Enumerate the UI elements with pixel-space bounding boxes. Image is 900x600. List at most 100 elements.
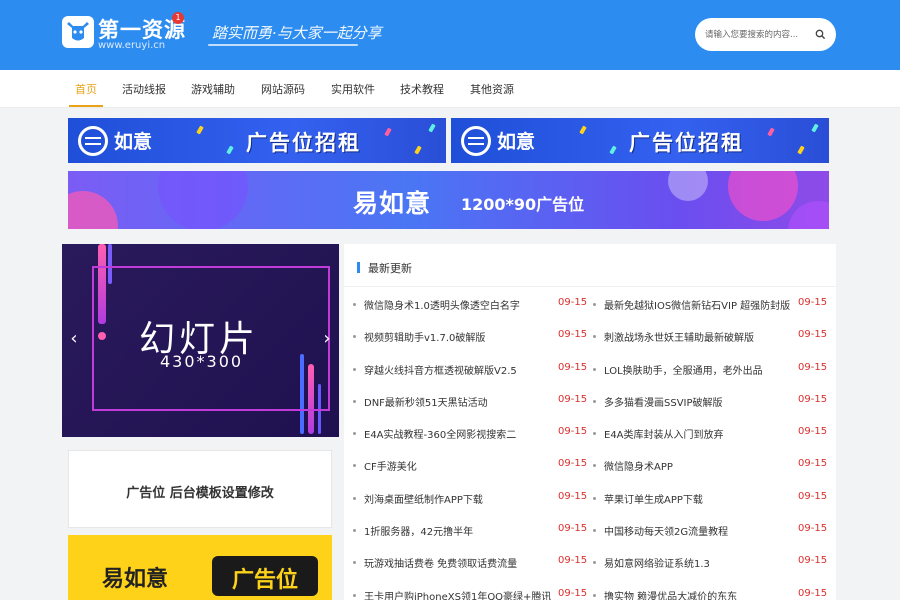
list-item-date: 09-15: [558, 458, 588, 470]
nav-item-home[interactable]: 首页: [75, 81, 97, 97]
ad-text-label: 广告位 后台模板设置修改: [126, 486, 274, 501]
bullet-icon: [353, 303, 356, 306]
nav-item-source-code[interactable]: 网站源码: [261, 81, 305, 97]
confetti-icon: [428, 123, 436, 133]
nav-item-other[interactable]: 其他资源: [470, 81, 514, 97]
list-item-date: 09-15: [558, 555, 588, 567]
list-item[interactable]: 微信隐身术APP 09-15: [593, 458, 829, 490]
list-item[interactable]: CF手游美化 09-15: [353, 458, 589, 490]
list-item-title[interactable]: E4A类库封装从入门到放弃: [604, 426, 794, 441]
bullet-icon: [353, 464, 356, 468]
bullet-icon: [353, 367, 356, 371]
decor-blob: [788, 201, 829, 229]
list-item[interactable]: 多多猫看漫画SSVIP破解版 09-15: [593, 394, 829, 426]
confetti-icon: [767, 127, 775, 137]
decor-blob: [668, 171, 708, 201]
list-item-date: 09-15: [798, 329, 828, 341]
list-item[interactable]: 撸实物 赖漫优品大减价的东东 09-15: [593, 588, 829, 600]
image-slider[interactable]: 幻灯片 430*300 ‹ ›: [62, 244, 339, 437]
bullet-icon: [353, 561, 356, 565]
list-item[interactable]: 微信隐身术1.0透明头像透空白名字 09-15: [353, 297, 589, 329]
list-item-date: 09-15: [798, 458, 828, 470]
bullet-icon: [593, 335, 596, 339]
list-item-date: 09-15: [558, 523, 588, 535]
list-item[interactable]: E4A类库封装从入门到放弃 09-15: [593, 426, 829, 458]
list-item[interactable]: 1折服务器，42元撸半年 09-15: [353, 523, 589, 555]
list-item-title[interactable]: 多多猫看漫画SSVIP破解版: [604, 394, 794, 409]
list-item-title[interactable]: 刘海桌面壁纸制作APP下载: [364, 491, 554, 506]
list-item-date: 09-15: [798, 297, 828, 308]
confetti-icon: [196, 125, 204, 135]
bullet-icon: [593, 561, 596, 565]
list-item[interactable]: 最新免越狱IOS微信新钻石VIP 超强防封版 09-15: [593, 297, 829, 329]
list-item-title[interactable]: 中国移动每天领2G流量教程: [604, 523, 794, 538]
list-item-title[interactable]: CF手游美化: [364, 458, 554, 473]
ruyi-logo-icon: [461, 126, 491, 156]
list-item[interactable]: 刘海桌面壁纸制作APP下载 09-15: [353, 491, 589, 523]
ad-wide-brand: 易如意: [353, 189, 432, 218]
confetti-icon: [797, 145, 805, 155]
list-item-date: 09-15: [798, 361, 828, 373]
latest-updates-panel: 最新更新 微信隐身术1.0透明头像透空白名字 09-15 视频剪辑助手v1.7.0…: [344, 244, 836, 600]
logo-domain: www.eruyi.cn: [98, 40, 166, 51]
list-item-title[interactable]: 撸实物 赖漫优品大减价的东东: [604, 588, 794, 600]
ad-banner-right[interactable]: 如意 广告位招租: [451, 118, 829, 163]
list-item[interactable]: LOL换肤助手，全服通用，老外出品 09-15: [593, 362, 829, 394]
list-item[interactable]: E4A实战教程-360全网影视搜索二 09-15: [353, 426, 589, 458]
confetti-icon: [414, 145, 422, 155]
latest-list-left: 微信隐身术1.0透明头像透空白名字 09-15 视频剪辑助手v1.7.0破解版 09…: [353, 297, 589, 600]
ad-text-box[interactable]: 广告位 后台模板设置修改: [68, 450, 332, 528]
list-item-title[interactable]: 视频剪辑助手v1.7.0破解版: [364, 329, 554, 344]
list-item-title[interactable]: 最新免越狱IOS微信新钻石VIP 超强防封版: [604, 297, 794, 312]
ad-banner-wide[interactable]: 易如意 1200*90广告位: [68, 171, 829, 229]
list-item[interactable]: 王卡用户购iPhoneXS领1年QQ豪绿+腾讯 09-15: [353, 588, 589, 600]
list-item-title[interactable]: 苹果订单生成APP下载: [604, 491, 794, 506]
list-item-title[interactable]: 刺激战场永世妖王辅助最新破解版: [604, 329, 794, 344]
nav-item-software[interactable]: 实用软件: [331, 81, 375, 97]
list-item-date: 09-15: [798, 393, 828, 405]
list-item-date: 09-15: [798, 587, 828, 599]
list-item[interactable]: 刺激战场永世妖王辅助最新破解版 09-15: [593, 329, 829, 361]
nav-item-activities[interactable]: 活动线报: [122, 81, 166, 97]
list-item-date: 09-15: [798, 490, 828, 502]
nav-item-game-tools[interactable]: 游戏辅助: [191, 81, 235, 97]
chevron-right-icon[interactable]: ›: [320, 328, 334, 350]
list-item-title[interactable]: 玩游戏抽话费卷 免费领取话费流量: [364, 555, 554, 570]
list-item[interactable]: 穿越火线抖音方框透视破解版V2.5 09-15: [353, 362, 589, 394]
list-item-title[interactable]: 1折服务器，42元撸半年: [364, 523, 554, 538]
main-nav: 首页 活动线报 游戏辅助 网站源码 实用软件 技术教程 其他资源: [0, 70, 900, 108]
list-item-title[interactable]: E4A实战教程-360全网影视搜索二: [364, 426, 554, 441]
divider: [344, 286, 836, 287]
bullet-icon: [353, 529, 356, 533]
list-item-title[interactable]: 王卡用户购iPhoneXS领1年QQ豪绿+腾讯: [364, 588, 554, 600]
ad-brand: 如意: [114, 131, 153, 153]
confetti-icon: [384, 127, 392, 137]
list-item-title[interactable]: DNF最新秒领51天黑钻活动: [364, 394, 554, 409]
decor-blob: [158, 171, 248, 229]
list-item-date: 09-15: [798, 523, 828, 535]
list-item-title[interactable]: 微信隐身术APP: [604, 458, 794, 473]
ad-yellow-tag: 广告位: [212, 556, 318, 596]
nav-item-tutorials[interactable]: 技术教程: [400, 81, 444, 97]
list-item-date: 09-15: [558, 329, 588, 341]
ad-banner-yellow[interactable]: 易如意 广告位: [68, 535, 332, 600]
list-item[interactable]: 中国移动每天领2G流量教程 09-15: [593, 523, 829, 555]
list-item-date: 09-15: [558, 393, 588, 405]
list-item[interactable]: 易如意网络验证系统1.3 09-15: [593, 555, 829, 587]
list-item[interactable]: 玩游戏抽话费卷 免费领取话费流量 09-15: [353, 555, 589, 587]
search-input[interactable]: [705, 26, 813, 43]
ad-banner-left[interactable]: 如意 广告位招租: [68, 118, 446, 163]
chevron-left-icon[interactable]: ‹: [67, 328, 81, 350]
list-item-title[interactable]: 穿越火线抖音方框透视破解版V2.5: [364, 362, 554, 377]
list-item[interactable]: DNF最新秒领51天黑钻活动 09-15: [353, 394, 589, 426]
ruyi-logo-icon: [78, 126, 108, 156]
site-logo[interactable]: 第一资源 1 www.eruyi.cn: [62, 12, 190, 54]
list-item-date: 09-15: [558, 297, 588, 308]
search-icon[interactable]: [813, 27, 828, 42]
list-item[interactable]: 苹果订单生成APP下载 09-15: [593, 491, 829, 523]
list-item-title[interactable]: 易如意网络验证系统1.3: [604, 555, 794, 570]
decor-blob: [68, 191, 118, 229]
list-item[interactable]: 视频剪辑助手v1.7.0破解版 09-15: [353, 329, 589, 361]
list-item-title[interactable]: 微信隐身术1.0透明头像透空白名字: [364, 297, 554, 312]
list-item-title[interactable]: LOL换肤助手，全服通用，老外出品: [604, 362, 794, 377]
